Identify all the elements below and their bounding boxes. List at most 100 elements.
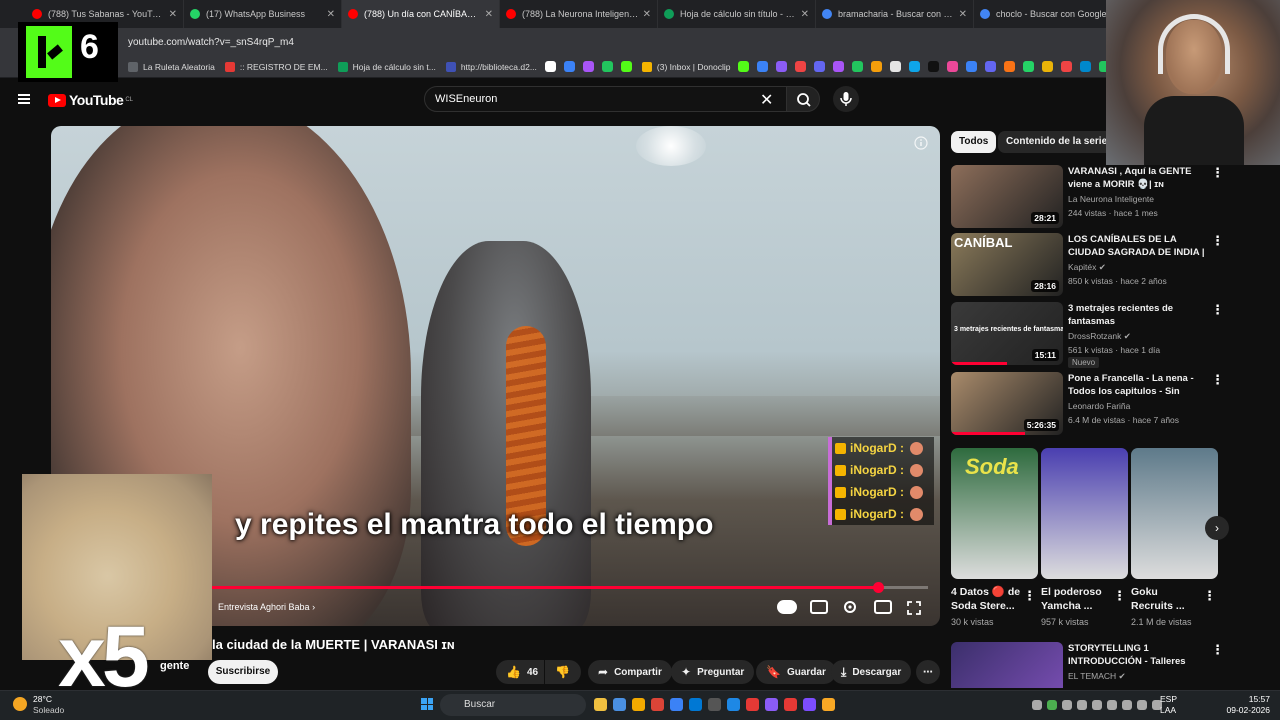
taskbar-app-icon[interactable] bbox=[822, 698, 835, 711]
like-button[interactable]: 👍 46 bbox=[496, 660, 544, 684]
settings-gear-icon[interactable] bbox=[842, 599, 858, 615]
theater-mode-icon[interactable] bbox=[874, 600, 892, 614]
tray-icon[interactable] bbox=[1092, 700, 1102, 710]
taskbar-app-icon[interactable] bbox=[803, 698, 816, 711]
more-options-icon[interactable]: ⋮ bbox=[1211, 165, 1224, 181]
close-tab-icon[interactable]: ✕ bbox=[643, 9, 651, 20]
chapter-label[interactable]: Entrevista Aghori Baba › bbox=[218, 602, 315, 612]
progress-bar[interactable] bbox=[212, 582, 928, 593]
close-tab-icon[interactable]: ✕ bbox=[801, 9, 809, 20]
ask-button[interactable]: ✦ Preguntar bbox=[671, 660, 755, 684]
bookmark-shortcut-icon[interactable] bbox=[776, 61, 788, 72]
close-tab-icon[interactable]: ✕ bbox=[169, 9, 177, 20]
browser-tab[interactable]: (788) La Neurona Inteligente - ✕ bbox=[500, 0, 658, 28]
bookmark-item[interactable]: :: REGISTRO DE EM... bbox=[224, 61, 328, 72]
youtube-logo[interactable]: YouTube CL bbox=[48, 92, 133, 108]
voice-search-button[interactable] bbox=[833, 86, 859, 112]
taskbar-app-icon[interactable] bbox=[784, 698, 797, 711]
language-indicator[interactable]: ESP LAA bbox=[1160, 694, 1177, 716]
short-title[interactable]: Goku Recruits ... bbox=[1131, 585, 1201, 613]
info-icon[interactable] bbox=[914, 136, 928, 150]
browser-tab[interactable]: Hoja de cálculo sin título - Hoja ✕ bbox=[658, 0, 816, 28]
close-tab-icon[interactable]: ✕ bbox=[485, 9, 493, 20]
taskbar-app-icon[interactable] bbox=[727, 698, 740, 711]
bookmark-shortcut-icon[interactable] bbox=[985, 61, 997, 72]
taskbar-app-icon[interactable] bbox=[651, 698, 664, 711]
tray-icon[interactable] bbox=[1107, 700, 1117, 710]
dislike-button[interactable]: 👎 bbox=[545, 660, 581, 684]
bookmark-shortcut-icon[interactable] bbox=[890, 61, 902, 72]
tray-icon[interactable] bbox=[1122, 700, 1132, 710]
search-input[interactable]: WISEneuron bbox=[424, 86, 788, 112]
shorts-next-arrow-icon[interactable]: › bbox=[1205, 516, 1229, 540]
recommendation-item[interactable]: CANÍBAL 28:16 LOS CANÍBALES DE LA CIUDAD … bbox=[951, 233, 1271, 297]
more-actions-button[interactable]: ⋯ bbox=[916, 660, 940, 684]
bookmark-item[interactable]: Hoja de cálculo sin t... bbox=[337, 61, 436, 72]
taskbar-clock[interactable]: 15:57 09-02-2026 bbox=[1224, 694, 1270, 716]
search-button[interactable] bbox=[786, 86, 820, 112]
bookmark-shortcut-icon[interactable] bbox=[544, 61, 556, 72]
subtitles-icon[interactable] bbox=[810, 600, 828, 614]
bookmark-shortcut-icon[interactable] bbox=[757, 61, 769, 72]
taskbar-app-icon[interactable] bbox=[594, 698, 607, 711]
recommendation-item[interactable]: 3 metrajes recientes de fantasmas 15:11 3… bbox=[951, 302, 1271, 368]
more-options-icon[interactable]: ⋮ bbox=[1211, 302, 1224, 318]
bookmark-shortcut-icon[interactable] bbox=[852, 61, 864, 72]
bookmark-shortcut-icon[interactable] bbox=[1004, 61, 1016, 72]
taskbar-app-icon[interactable] bbox=[708, 698, 721, 711]
bookmark-shortcut-icon[interactable] bbox=[563, 61, 575, 72]
bookmark-shortcut-icon[interactable] bbox=[601, 61, 613, 72]
short-thumbnail[interactable] bbox=[1131, 448, 1218, 579]
bookmark-shortcut-icon[interactable] bbox=[814, 61, 826, 72]
browser-tab[interactable]: bramacharia - Buscar con Goo ✕ bbox=[816, 0, 974, 28]
short-title[interactable]: El poderoso Yamcha ... bbox=[1041, 585, 1111, 613]
bookmark-shortcut-icon[interactable] bbox=[620, 61, 632, 72]
bookmark-shortcut-icon[interactable] bbox=[795, 61, 807, 72]
browser-tab[interactable]: (788) Un día con CANÍBALES en ✕ bbox=[342, 0, 500, 28]
save-button[interactable]: 🔖 Guardar bbox=[756, 660, 836, 684]
short-thumbnail[interactable]: Soda bbox=[951, 448, 1038, 579]
more-options-icon[interactable]: ⋮ bbox=[1211, 642, 1224, 658]
bookmark-item[interactable]: http://biblioteca.d2... bbox=[445, 61, 537, 72]
chip-all[interactable]: Todos bbox=[951, 131, 997, 153]
weather-sun-icon[interactable] bbox=[13, 697, 27, 711]
bookmark-shortcut-icon[interactable] bbox=[1023, 61, 1035, 72]
tray-icon[interactable] bbox=[1137, 700, 1147, 710]
bookmark-shortcut-icon[interactable] bbox=[1061, 61, 1073, 72]
channel-name[interactable]: gente bbox=[160, 660, 189, 672]
more-options-icon[interactable]: ⋮ bbox=[1203, 588, 1216, 604]
chip-series-content[interactable]: Contenido de la serie bbox=[998, 131, 1116, 153]
share-button[interactable]: ➦ Compartir bbox=[588, 660, 672, 684]
autoplay-toggle[interactable] bbox=[777, 600, 797, 614]
bookmark-item[interactable]: (3) Inbox | Donoclip bbox=[641, 61, 730, 72]
recommendation-item[interactable]: 5:26:35 Pone a Francella - La nena - Tod… bbox=[951, 372, 1271, 436]
bookmark-shortcut-icon[interactable] bbox=[582, 61, 594, 72]
recommendation-item[interactable]: 28:21 VARANASI , Aquí la GENTE viene a M… bbox=[951, 165, 1271, 229]
tray-icon[interactable] bbox=[1077, 700, 1087, 710]
progress-scrubber[interactable] bbox=[872, 582, 884, 593]
bookmark-shortcut-icon[interactable] bbox=[909, 61, 921, 72]
taskbar-app-icon[interactable] bbox=[632, 698, 645, 711]
short-title[interactable]: 4 Datos 🔴 de Soda Stere... bbox=[951, 585, 1021, 613]
bookmark-shortcut-icon[interactable] bbox=[928, 61, 940, 72]
tray-icon[interactable] bbox=[1047, 700, 1057, 710]
recommendation-item-last[interactable]: STORYTELLING 1 INTRODUCCIÓN - Talleres M… bbox=[951, 642, 1271, 688]
bookmark-shortcut-icon[interactable] bbox=[871, 61, 883, 72]
clear-search-icon[interactable]: ✕ bbox=[760, 90, 773, 110]
url-field[interactable]: youtube.com/watch?v=_snS4rqP_m4 bbox=[128, 37, 294, 48]
windows-start-icon[interactable] bbox=[421, 698, 433, 710]
bookmark-shortcut-icon[interactable] bbox=[738, 61, 750, 72]
browser-tab[interactable]: (17) WhatsApp Business ✕ bbox=[184, 0, 342, 28]
bookmark-item[interactable]: La Ruleta Aleatoria bbox=[128, 61, 215, 72]
short-thumbnail[interactable] bbox=[1041, 448, 1128, 579]
more-options-icon[interactable]: ⋮ bbox=[1211, 233, 1224, 249]
fullscreen-icon[interactable] bbox=[906, 600, 922, 616]
taskbar-app-icon[interactable] bbox=[746, 698, 759, 711]
bookmark-shortcut-icon[interactable] bbox=[1042, 61, 1054, 72]
more-options-icon[interactable]: ⋮ bbox=[1211, 372, 1224, 388]
close-tab-icon[interactable]: ✕ bbox=[327, 9, 335, 20]
bookmark-shortcut-icon[interactable] bbox=[966, 61, 978, 72]
taskbar-search[interactable]: Buscar bbox=[440, 694, 586, 716]
bookmark-shortcut-icon[interactable] bbox=[833, 61, 845, 72]
download-button[interactable]: ⤓ Descargar bbox=[831, 660, 912, 684]
